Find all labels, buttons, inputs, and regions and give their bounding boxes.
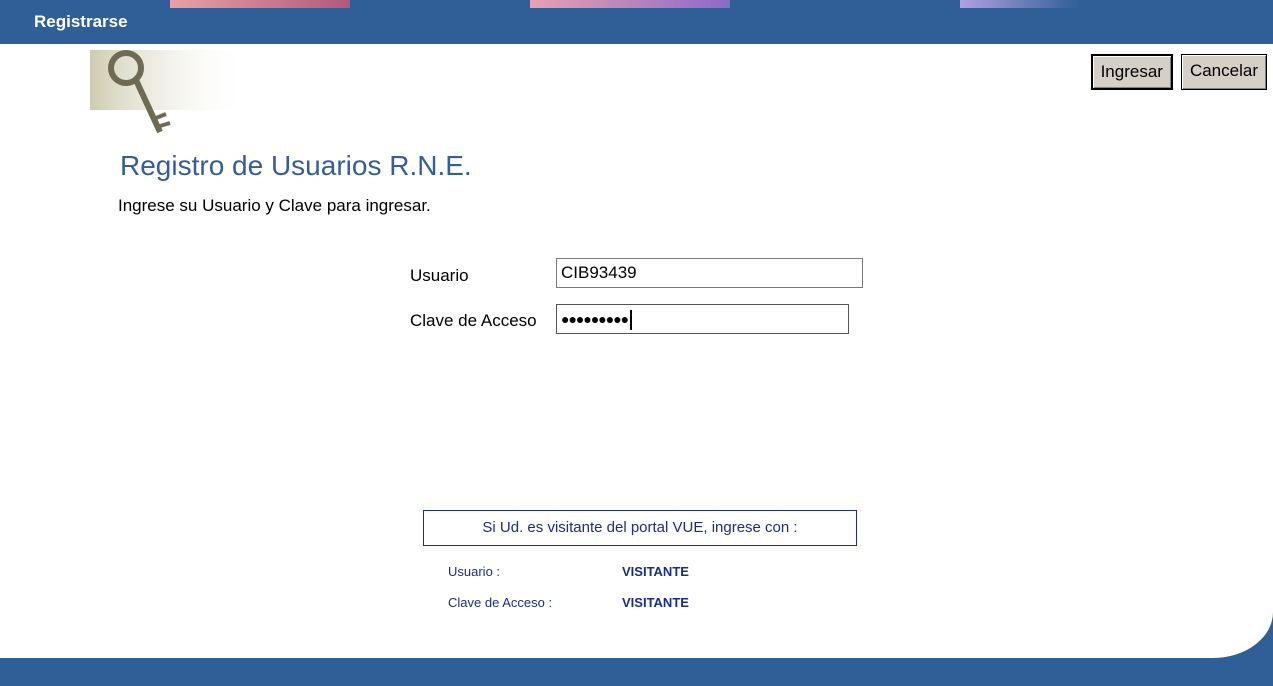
decorative-stripe xyxy=(530,0,730,8)
footer-curve xyxy=(1213,612,1273,658)
clave-input[interactable]: ●●●●●●●●● xyxy=(556,304,849,334)
page-subtitle: Ingrese su Usuario y Clave para ingresar… xyxy=(118,196,431,215)
header-curve xyxy=(0,44,60,74)
cancelar-button[interactable]: Cancelar xyxy=(1180,54,1267,90)
usuario-label: Usuario xyxy=(410,266,469,285)
usuario-input[interactable]: CIB93439 xyxy=(556,258,863,288)
clave-input-value: ●●●●●●●●● xyxy=(561,311,629,327)
ingresar-button[interactable]: Ingresar xyxy=(1090,54,1173,90)
visitor-clave-label: Clave de Acceso : xyxy=(448,595,553,610)
clave-label: Clave de Acceso xyxy=(410,311,537,330)
visitor-usuario-label: Usuario : xyxy=(448,564,501,579)
page-title: Registro de Usuarios R.N.E. xyxy=(120,150,472,181)
decorative-stripe xyxy=(170,0,350,8)
visitor-info-box: Si Ud. es visitante del portal VUE, ingr… xyxy=(423,510,857,546)
window-title: Registrarse xyxy=(34,12,128,31)
visitor-clave-value: VISITANTE xyxy=(622,595,689,610)
visitor-usuario-value: VISITANTE xyxy=(622,564,689,579)
usuario-input-value: CIB93439 xyxy=(561,263,637,282)
footer-bar xyxy=(0,658,1273,686)
toolbar: Ingresar Cancelar xyxy=(1090,54,1267,90)
decorative-stripe xyxy=(960,0,1080,8)
key-icon xyxy=(90,50,250,134)
text-caret xyxy=(630,309,633,330)
header-bar: Registrarse xyxy=(0,0,1273,44)
header-stripes xyxy=(0,0,1273,8)
